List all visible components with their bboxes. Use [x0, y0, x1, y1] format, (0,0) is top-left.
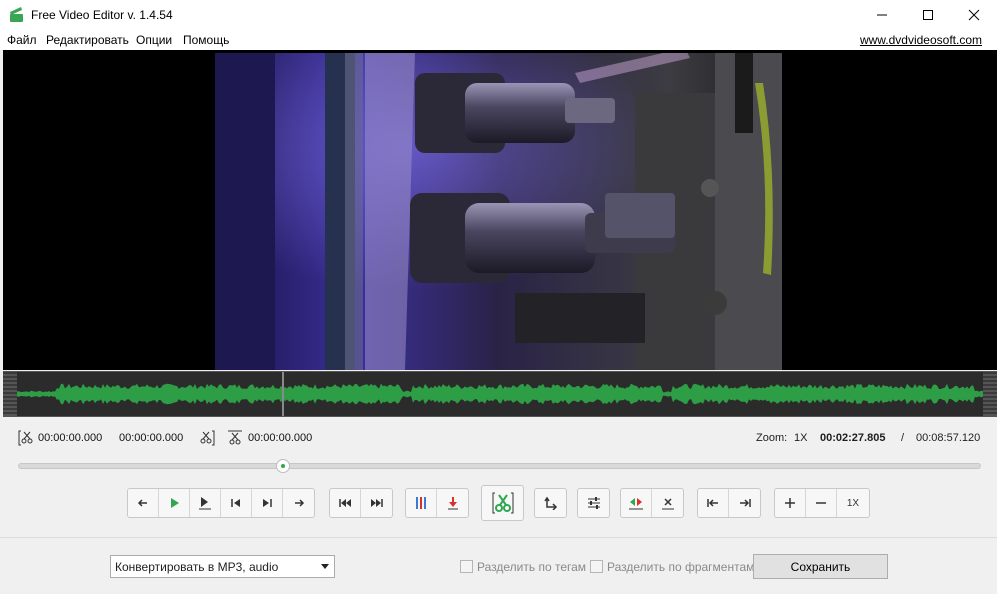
arrow-right-icon — [294, 499, 304, 507]
menu-help[interactable]: Помощь — [183, 33, 229, 47]
zoom-label: Zoom: — [756, 432, 788, 444]
skip-forward-icon — [263, 499, 272, 507]
delete-fragment-button[interactable] — [652, 489, 683, 517]
audio-waveform[interactable] — [3, 371, 997, 417]
cut-button[interactable] — [481, 485, 524, 521]
scissors-icon — [492, 492, 513, 514]
prev-fragment-icon — [707, 499, 718, 507]
playback-controls — [127, 488, 315, 518]
rotate-group — [534, 488, 567, 518]
play-icon — [171, 498, 179, 508]
add-marker-button[interactable] — [406, 489, 437, 517]
zoom-in-button[interactable] — [775, 489, 806, 517]
split-arrows-icon — [629, 498, 643, 510]
video-frame-image — [215, 53, 782, 370]
rewind-start-icon — [339, 499, 351, 507]
minimize-button[interactable] — [859, 0, 905, 30]
plus-icon — [785, 498, 795, 508]
delete-icon — [661, 498, 674, 510]
go-to-start-button[interactable] — [330, 489, 361, 517]
next-fragment-icon — [739, 499, 751, 507]
go-to-marker-button[interactable] — [437, 489, 468, 517]
close-icon — [968, 9, 980, 21]
title-bar: Free Video Editor v. 1.4.54 — [0, 0, 997, 30]
website-link[interactable]: www.dvdvideosoft.com — [860, 33, 982, 47]
total-time: 00:08:57.120 — [916, 432, 981, 444]
go-to-end-button[interactable] — [361, 489, 392, 517]
output-format-select[interactable]: Конвертировать в MP3, audio — [110, 555, 335, 578]
menu-edit[interactable]: Редактировать — [46, 33, 129, 47]
marker-bars-icon — [416, 497, 426, 509]
cut-position-icon — [228, 430, 242, 445]
split-by-tags-checkbox[interactable] — [460, 560, 473, 573]
selection-start-time: 00:00:00.000 — [38, 432, 103, 444]
arrow-left-icon — [137, 499, 147, 507]
waveform-graph — [17, 383, 983, 405]
maximize-icon — [923, 10, 933, 20]
sliders-icon — [587, 497, 600, 509]
output-format-value: Конвертировать в MP3, audio — [115, 559, 279, 574]
play-selection-button[interactable] — [190, 489, 221, 517]
next-fragment-button[interactable] — [729, 489, 760, 517]
waveform-path — [17, 383, 983, 405]
chevron-down-icon — [321, 564, 329, 569]
play-selection-icon — [199, 497, 211, 510]
waveform-right-handle[interactable] — [983, 372, 997, 416]
zoom-reset-button[interactable]: 1X — [837, 489, 869, 517]
rotate-icon — [543, 496, 557, 510]
zoom-controls: 1X — [774, 488, 870, 518]
split-fragment-button[interactable] — [621, 489, 652, 517]
step-back-button[interactable] — [128, 489, 159, 517]
zoom-value: 1X — [794, 432, 808, 444]
zoom-out-button[interactable] — [806, 489, 837, 517]
cut-position-time: 00:00:00.000 — [248, 432, 313, 444]
next-frame-button[interactable] — [252, 489, 283, 517]
minus-icon — [816, 502, 826, 504]
marker-down-icon — [447, 497, 458, 510]
split-by-tags-label: Разделить по тегам — [477, 560, 587, 574]
fragment-nav-controls — [697, 488, 761, 518]
split-by-fragments-label: Разделить по фрагментам — [607, 560, 755, 574]
menu-bar: Файл Редактировать Опции Помощь www.dvdv… — [0, 30, 997, 50]
maximize-button[interactable] — [905, 0, 951, 30]
selection-end-icon — [200, 430, 215, 446]
close-button[interactable] — [951, 0, 997, 30]
menu-file[interactable]: Файл — [7, 33, 37, 47]
split-by-fragments-checkbox[interactable] — [590, 560, 603, 573]
waveform-left-handle[interactable] — [3, 372, 17, 416]
current-time: 00:02:27.805 — [820, 432, 886, 444]
marker-controls — [405, 488, 469, 518]
jump-controls — [329, 488, 393, 518]
menu-options[interactable]: Опции — [136, 33, 172, 47]
forward-end-icon — [370, 499, 383, 507]
previous-fragment-button[interactable] — [698, 489, 729, 517]
selection-start-icon — [18, 430, 33, 446]
waveform-cursor — [282, 372, 284, 416]
selection-end-time: 00:00:00.000 — [119, 432, 184, 444]
fragment-controls — [620, 488, 684, 518]
timeline-slider[interactable] — [18, 463, 981, 469]
minimize-icon — [877, 14, 887, 16]
adjustments-button[interactable] — [578, 489, 609, 517]
window-title: Free Video Editor v. 1.4.54 — [31, 8, 173, 22]
adjust-group — [577, 488, 610, 518]
save-button[interactable]: Сохранить — [753, 554, 888, 579]
time-separator: / — [901, 432, 905, 444]
previous-frame-button[interactable] — [221, 489, 252, 517]
step-forward-button[interactable] — [283, 489, 314, 517]
play-button[interactable] — [159, 489, 190, 517]
timeline-playhead[interactable] — [275, 459, 290, 473]
app-logo-icon — [10, 7, 23, 22]
skip-back-icon — [231, 499, 240, 507]
video-preview[interactable] — [3, 50, 997, 370]
rotate-button[interactable] — [535, 489, 566, 517]
